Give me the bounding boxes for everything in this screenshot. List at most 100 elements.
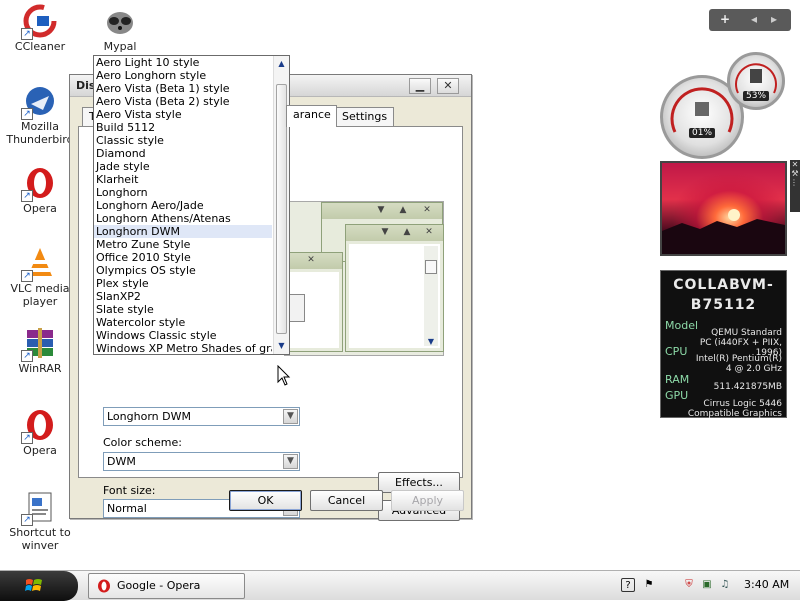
dropdown-option[interactable]: Metro Zune Style	[94, 238, 272, 251]
sunset-photo	[662, 209, 785, 254]
dropdown-option[interactable]: Windows XP Metro Shades of gray st	[94, 342, 272, 354]
desktop-icon-label: WinRAR	[18, 362, 62, 375]
help-button[interactable]: ▁	[409, 78, 431, 94]
dropdown-option[interactable]: Aero Longhorn style	[94, 69, 272, 82]
dropdown-option[interactable]: Aero Vista (Beta 2) style	[94, 95, 272, 108]
grip-icon[interactable]: ⋮⋮	[790, 178, 800, 187]
chevron-down-icon[interactable]: ▼	[283, 454, 298, 469]
ram-value: 511.421875MB	[713, 382, 782, 392]
dropdown-option[interactable]: Klarheit	[94, 173, 272, 186]
cpu-value: Intel(R) Pentium(R) 4 @ 2.0 GHz	[695, 354, 782, 374]
dropdown-items: Aero Light 10 style Aero Longhorn style Ae…	[94, 56, 289, 354]
dropdown-option[interactable]: Jade style	[94, 160, 272, 173]
dropdown-option[interactable]: Classic style	[94, 134, 272, 147]
maximize-icon: ▲	[399, 205, 407, 215]
font-size-value: Normal	[107, 502, 147, 515]
desktop-icon-winrar[interactable]: ↗ WinRAR	[0, 326, 80, 375]
next-icon[interactable]: ▸	[771, 12, 777, 26]
scroll-down-icon[interactable]: ▼	[274, 338, 289, 354]
opera-icon: ↗	[21, 166, 57, 202]
system-info-gadget[interactable]: COLLABVM- B75112 Model QEMU Standard PC …	[660, 270, 787, 419]
desktop-icon-thunderbird[interactable]: ↗ Mozilla Thunderbird	[0, 84, 80, 146]
vlc-cone-icon: ↗	[21, 246, 57, 282]
start-button[interactable]	[0, 571, 78, 601]
mouse-cursor-icon	[277, 365, 291, 386]
dropdown-option[interactable]: Aero Vista style	[94, 108, 272, 121]
dropdown-option[interactable]: Aero Light 10 style	[94, 56, 272, 69]
desktop-icon-label: Opera	[23, 202, 57, 215]
memory-percent: 53%	[742, 91, 770, 101]
dropdown-option[interactable]: Diamond	[94, 147, 272, 160]
tab-settings[interactable]: Settings	[335, 107, 395, 126]
flag-icon[interactable]: ⚑	[642, 578, 656, 592]
opera-icon	[98, 579, 110, 593]
window-style-combo[interactable]: Longhorn DWM ▼	[103, 407, 300, 426]
ok-button[interactable]: OK	[229, 490, 302, 511]
previous-icon[interactable]: ◂	[751, 12, 757, 26]
close-button[interactable]: ✕	[437, 78, 459, 94]
preview-scroll-thumb	[425, 260, 437, 274]
help-icon[interactable]: ?	[621, 578, 635, 592]
desktop-icon-opera[interactable]: ↗ Opera	[0, 166, 80, 215]
dropdown-option[interactable]: Windows Classic style	[94, 329, 272, 342]
windows-logo-icon	[25, 579, 42, 591]
gpu-value: Cirrus Logic 5446 Compatible Graphics	[687, 399, 782, 419]
color-scheme-value: DWM	[107, 455, 136, 468]
dropdown-option[interactable]: Aero Vista (Beta 1) style	[94, 82, 272, 95]
volume-icon[interactable]: ♫	[718, 578, 732, 592]
dropdown-option[interactable]: Longhorn	[94, 186, 272, 199]
desktop-icon-ccleaner[interactable]: ↗ CCleaner	[0, 4, 80, 53]
preview-scroll-down-icon: ▼	[427, 337, 435, 346]
taskbar-item-label: Google - Opera	[117, 579, 201, 592]
dropdown-option[interactable]: Office 2010 Style	[94, 251, 272, 264]
shield-icon[interactable]: ⛨	[682, 578, 696, 592]
color-scheme-combo[interactable]: DWM ▼	[103, 452, 300, 471]
chevron-down-icon[interactable]: ▼	[283, 409, 298, 424]
slideshow-gadget[interactable]	[660, 161, 787, 256]
close-icon[interactable]: ✕	[790, 160, 800, 169]
desktop-icon-opera-2[interactable]: ↗ Opera	[0, 408, 80, 457]
dropdown-scrollbar[interactable]: ▲ ▼	[273, 56, 289, 354]
thunderbird-icon: ↗	[21, 84, 57, 120]
desktop-icon-label: Shortcut to winver	[9, 526, 71, 552]
wrench-icon[interactable]: ⚒	[790, 169, 800, 178]
preview-scrollbar: ▼	[424, 246, 438, 346]
add-gadget-icon[interactable]: +	[720, 12, 730, 26]
dropdown-option[interactable]: Olympics OS style	[94, 264, 272, 277]
close-icon: ✕	[423, 205, 431, 215]
dropdown-option[interactable]: Plex style	[94, 277, 272, 290]
apply-button[interactable]: Apply	[391, 490, 464, 511]
clock[interactable]: 3:40 AM	[744, 578, 789, 591]
winver-icon: ↗	[21, 490, 57, 526]
close-icon: ✕	[443, 79, 453, 92]
memory-gauge[interactable]: 53%	[727, 52, 785, 110]
dropdown-option[interactable]: Longhorn DWM	[94, 225, 272, 238]
hostname-line2: B75112	[690, 297, 757, 313]
winrar-icon: ↗	[21, 326, 57, 362]
cancel-button[interactable]: Cancel	[310, 490, 383, 511]
hostname-line1: COLLABVM-	[673, 277, 774, 293]
font-size-label: Font size:	[103, 484, 156, 497]
dropdown-option[interactable]: Longhorn Aero/Jade	[94, 199, 272, 212]
desktop-icon-label: CCleaner	[14, 40, 66, 53]
dropdown-option[interactable]: SlanXP2	[94, 290, 272, 303]
taskbar-item-opera[interactable]: Google - Opera	[88, 573, 245, 599]
dropdown-option[interactable]: Longhorn Athens/Atenas	[94, 212, 272, 225]
dropdown-option[interactable]: Build 5112	[94, 121, 272, 134]
dropdown-option[interactable]: Slate style	[94, 303, 272, 316]
desktop-icon-vlc[interactable]: ↗ VLC media player	[0, 246, 80, 308]
close-icon: ✕	[307, 255, 315, 265]
window-style-dropdown-list[interactable]: Aero Light 10 style Aero Longhorn style Ae…	[93, 55, 290, 355]
opera-icon: ↗	[21, 408, 57, 444]
desktop-icon-label: Mozilla Thunderbird	[6, 120, 74, 146]
taskbar: Google - Opera ? ⚑ ⛨ ▣ ♫ 3:40 AM	[0, 570, 800, 601]
scroll-up-icon[interactable]: ▲	[274, 56, 289, 72]
desktop-icon-winver[interactable]: ↗ Shortcut to winver	[0, 490, 80, 552]
dropdown-option[interactable]: Watercolor style	[94, 316, 272, 329]
maximize-icon: ▲	[403, 227, 411, 237]
model-key: Model	[665, 319, 699, 332]
tab-appearance[interactable]: arance	[286, 105, 337, 127]
cpu-percent: 01%	[688, 128, 716, 138]
desktop-icon-mypal[interactable]: Mypal	[80, 4, 160, 53]
network-icon[interactable]: ▣	[700, 578, 714, 592]
